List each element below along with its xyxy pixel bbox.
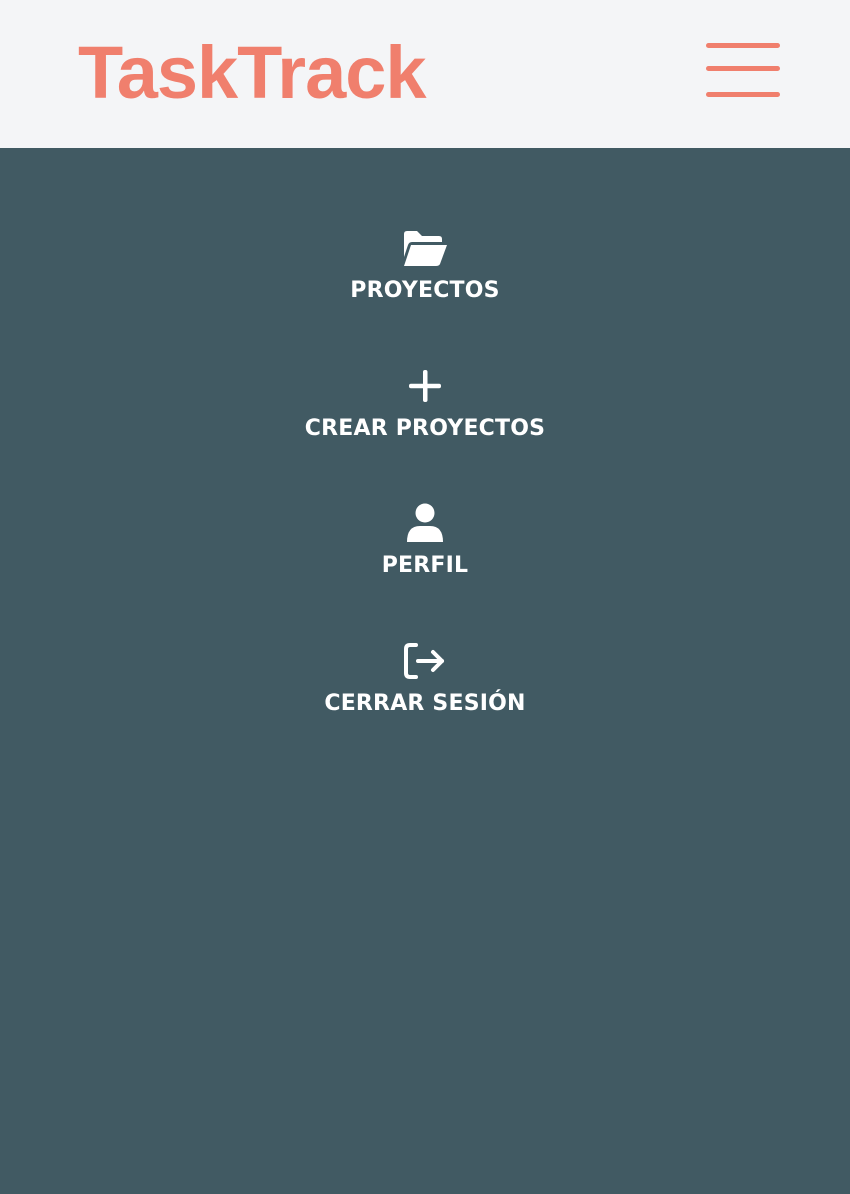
hamburger-menu-icon[interactable] [704,40,782,104]
nav-item-label: CREAR PROYECTOS [304,415,546,441]
app-page: TaskTrack PROYECTOS CREAR PROYECTOS PERF… [0,0,850,1194]
nav-item-cerrar-sesion[interactable]: CERRAR SESIÓN [275,641,575,779]
folder-open-icon [401,228,449,268]
nav-item-crear-proyectos[interactable]: CREAR PROYECTOS [275,366,575,504]
user-icon [406,503,444,543]
main-nav-menu: PROYECTOS CREAR PROYECTOS PERFIL CERRAR … [0,228,850,778]
top-bar: TaskTrack [0,0,850,148]
nav-item-perfil[interactable]: PERFIL [275,503,575,641]
nav-item-proyectos[interactable]: PROYECTOS [275,228,575,366]
plus-icon [407,366,443,406]
nav-item-label: PERFIL [381,553,469,578]
nav-item-label: CERRAR SESIÓN [324,690,526,716]
logout-icon [403,641,447,681]
nav-item-label: PROYECTOS [350,278,500,303]
app-logo[interactable]: TaskTrack [78,28,427,118]
